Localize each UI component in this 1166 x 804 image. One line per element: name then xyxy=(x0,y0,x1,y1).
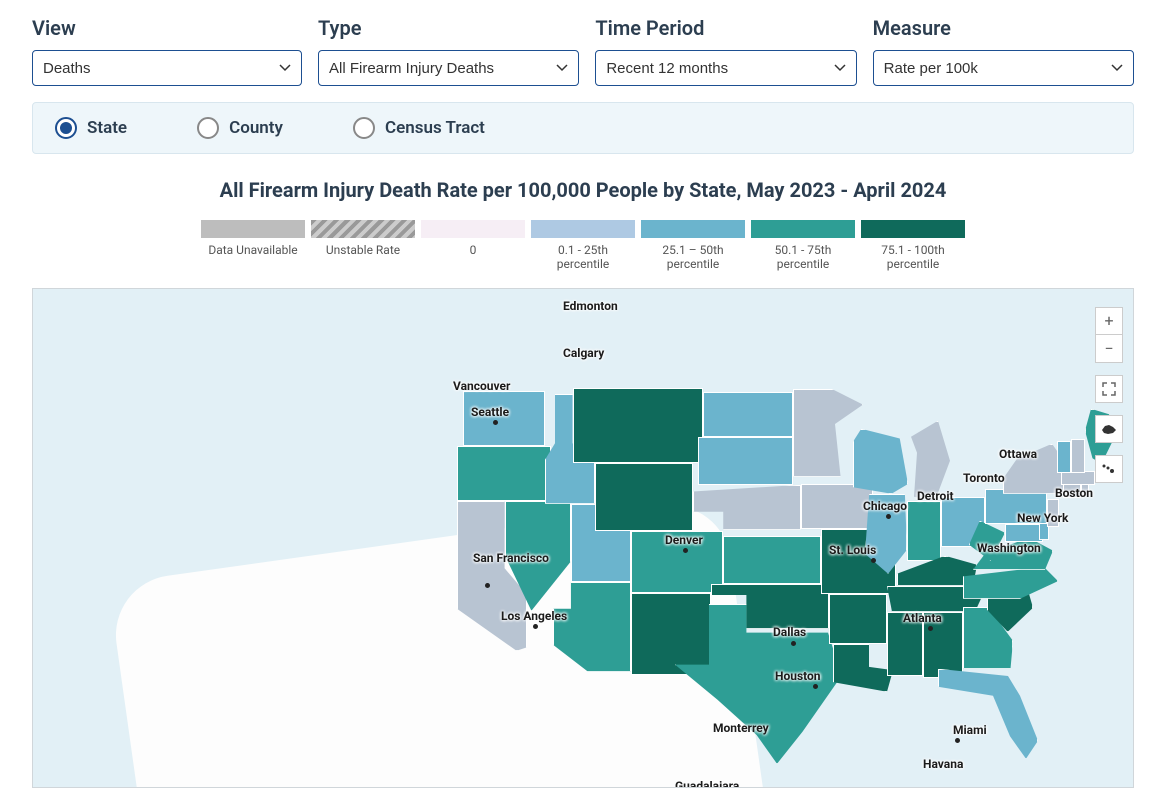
city-toronto: Toronto xyxy=(963,471,1005,485)
measure-select[interactable]: Rate per 100k xyxy=(873,50,1134,86)
state-WA[interactable] xyxy=(463,391,545,446)
map-title: All Firearm Injury Death Rate per 100,00… xyxy=(32,178,1134,202)
zoom-out-button[interactable]: − xyxy=(1095,335,1123,363)
city-edmonton: Edmonton xyxy=(563,299,618,313)
legend-swatch xyxy=(861,220,965,238)
radio-state-label: State xyxy=(87,118,127,138)
state-MN[interactable] xyxy=(793,389,863,477)
map-canvas[interactable]: Edmonton Calgary Vancouver Seattle San F… xyxy=(32,288,1134,788)
state-MA[interactable] xyxy=(1061,471,1095,485)
resolution-bar: State County Census Tract xyxy=(32,102,1134,154)
fullscreen-icon xyxy=(1102,382,1116,396)
fullscreen-button[interactable] xyxy=(1095,375,1123,403)
state-WI[interactable] xyxy=(853,429,908,494)
legend-item-p75: 50.1 - 75th percentile xyxy=(751,220,855,272)
state-KS[interactable] xyxy=(723,536,821,584)
state-ND[interactable] xyxy=(703,392,793,437)
filter-measure: Measure Rate per 100k xyxy=(873,16,1134,86)
legend-swatch xyxy=(751,220,855,238)
state-VT[interactable] xyxy=(1057,441,1071,473)
map-controls: + − xyxy=(1095,307,1123,483)
state-PA[interactable] xyxy=(985,489,1047,524)
state-NH[interactable] xyxy=(1071,439,1085,473)
radio-county-label: County xyxy=(229,118,283,138)
radio-census-label: Census Tract xyxy=(385,118,485,138)
state-CT[interactable] xyxy=(1063,484,1081,498)
state-SD[interactable] xyxy=(698,437,793,485)
legend-label: 0.1 - 25th percentile xyxy=(531,243,635,272)
state-MT[interactable] xyxy=(573,388,703,463)
hawaii-inset-button[interactable] xyxy=(1095,455,1123,483)
legend-item-p50: 25.1 – 50th percentile xyxy=(641,220,745,272)
legend-label: 50.1 - 75th percentile xyxy=(751,243,855,272)
legend-label: 25.1 – 50th percentile xyxy=(641,243,745,272)
state-IA[interactable] xyxy=(801,484,873,529)
state-CO[interactable] xyxy=(631,531,723,593)
state-NC[interactable] xyxy=(963,567,1058,599)
legend-item-unstable: Unstable Rate xyxy=(311,220,415,272)
state-AL[interactable] xyxy=(923,612,963,678)
state-FL[interactable] xyxy=(938,669,1038,759)
legend-item-p25: 0.1 - 25th percentile xyxy=(531,220,635,272)
alaska-inset-button[interactable] xyxy=(1095,415,1123,443)
city-havana: Havana xyxy=(923,757,963,771)
alaska-icon xyxy=(1100,422,1118,436)
hawaii-icon xyxy=(1100,462,1118,476)
view-select[interactable]: Deaths xyxy=(32,50,302,86)
state-NM[interactable] xyxy=(631,593,711,675)
state-WY[interactable] xyxy=(595,463,693,531)
legend-swatch xyxy=(201,220,305,238)
zoom-in-button[interactable]: + xyxy=(1095,307,1123,335)
state-NJ[interactable] xyxy=(1047,499,1059,527)
legend-item-p100: 75.1 - 100th percentile xyxy=(861,220,965,272)
legend-item-zero: 0 xyxy=(421,220,525,272)
legend-label: Data Unavailable xyxy=(208,243,297,257)
legend-label: Unstable Rate xyxy=(326,243,400,257)
filter-time-label: Time Period xyxy=(595,16,856,40)
time-select[interactable]: Recent 12 months xyxy=(595,50,856,86)
city-calgary: Calgary xyxy=(563,346,604,360)
city-miami: Miami xyxy=(953,723,987,737)
radio-state[interactable]: State xyxy=(55,117,127,139)
filter-type-label: Type xyxy=(318,16,579,40)
legend-swatch xyxy=(421,220,525,238)
legend-swatch xyxy=(531,220,635,238)
filter-view-label: View xyxy=(32,16,302,40)
filters-row: View Deaths Type All Firearm Injury Deat… xyxy=(32,16,1134,86)
radio-icon xyxy=(55,117,77,139)
radio-icon xyxy=(197,117,219,139)
filter-time: Time Period Recent 12 months xyxy=(595,16,856,86)
legend-swatch xyxy=(641,220,745,238)
state-AR[interactable] xyxy=(829,594,887,644)
legend-label: 75.1 - 100th percentile xyxy=(861,243,965,272)
type-select[interactable]: All Firearm Injury Deaths xyxy=(318,50,579,86)
filter-measure-label: Measure xyxy=(873,16,1134,40)
legend-item-unavail: Data Unavailable xyxy=(201,220,305,272)
legend: Data Unavailable Unstable Rate 0 0.1 - 2… xyxy=(32,220,1134,272)
legend-label: 0 xyxy=(470,243,477,257)
filter-type: Type All Firearm Injury Deaths xyxy=(318,16,579,86)
state-LA[interactable] xyxy=(833,644,893,692)
filter-view: View Deaths xyxy=(32,16,302,86)
legend-swatch xyxy=(311,220,415,238)
radio-census-tract[interactable]: Census Tract xyxy=(353,117,485,139)
radio-county[interactable]: County xyxy=(197,117,283,139)
state-RI[interactable] xyxy=(1081,484,1089,496)
state-MD[interactable] xyxy=(1005,524,1043,542)
radio-icon xyxy=(353,117,375,139)
state-OR[interactable] xyxy=(457,446,551,501)
state-MS[interactable] xyxy=(887,612,923,676)
state-IN[interactable] xyxy=(907,501,941,561)
